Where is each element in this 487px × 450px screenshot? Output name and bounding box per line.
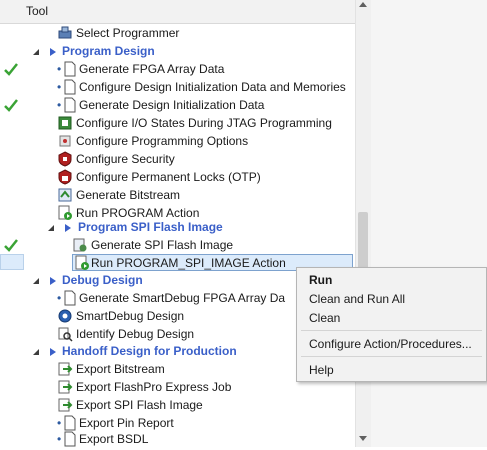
group-triangle-icon xyxy=(64,222,72,232)
group-triangle-icon xyxy=(49,346,57,356)
tree-item-export-bsdl[interactable]: • Export BSDL xyxy=(0,430,355,448)
export-icon xyxy=(57,397,73,413)
group-triangle-icon xyxy=(49,275,57,285)
tree-item-label: Select Programmer xyxy=(76,26,180,40)
menu-item-help[interactable]: Help xyxy=(309,363,334,377)
tree-item-configure-io-states[interactable]: Configure I/O States During JTAG Program… xyxy=(0,114,355,132)
scroll-down-arrow-icon[interactable] xyxy=(359,436,367,441)
bitstream-icon xyxy=(57,187,73,203)
tree-item-generate-bitstream[interactable]: Generate Bitstream xyxy=(0,186,355,204)
run-action-icon xyxy=(74,255,90,271)
tool-column-title: Tool xyxy=(26,4,49,18)
document-icon xyxy=(62,61,78,77)
document-icon xyxy=(62,290,78,306)
menu-item-run[interactable]: Run xyxy=(309,273,332,287)
spi-image-icon xyxy=(72,237,88,253)
tree-item-label: Generate FPGA Array Data xyxy=(79,62,225,76)
expand-arrow-icon[interactable] xyxy=(32,275,40,285)
tree-item-label: Export FlashPro Express Job xyxy=(76,380,232,394)
menu-item-clean[interactable]: Clean xyxy=(309,311,340,325)
tree-item-configure-programming-options[interactable]: Configure Programming Options xyxy=(0,132,355,150)
tree-group-label: Program SPI Flash Image xyxy=(78,220,223,234)
export-icon xyxy=(57,361,73,377)
tree-item-generate-spi-flash-image[interactable]: Generate SPI Flash Image xyxy=(0,236,355,254)
checkmark-icon xyxy=(4,61,18,77)
menu-separator xyxy=(301,330,482,331)
context-menu: Run Clean and Run All Clean Configure Ac… xyxy=(296,267,487,382)
tree-item-label: Generate SPI Flash Image xyxy=(91,238,234,252)
tree-item-label: SmartDebug Design xyxy=(76,309,185,323)
tree-group-program-design[interactable]: Program Design xyxy=(0,42,355,60)
checkmark-icon xyxy=(4,237,18,253)
tree-group-label: Program Design xyxy=(62,44,155,58)
tree-item-label: Export BSDL xyxy=(79,432,149,446)
options-icon xyxy=(57,133,73,149)
tree-item-label: Identify Debug Design xyxy=(76,327,195,341)
document-icon xyxy=(62,97,78,113)
identify-icon xyxy=(57,326,73,342)
document-icon xyxy=(62,431,78,447)
lock-icon xyxy=(57,169,73,185)
tree-group-label: Handoff Design for Production xyxy=(62,344,237,358)
tree-item-label: Generate Bitstream xyxy=(76,188,181,202)
tree-item-label: Configure Security xyxy=(76,152,175,166)
io-states-icon xyxy=(57,115,73,131)
tree-item-label: Generate Design Initialization Data xyxy=(79,98,265,112)
programmer-icon xyxy=(57,25,73,41)
group-triangle-icon xyxy=(49,46,57,56)
expand-arrow-icon[interactable] xyxy=(32,46,40,56)
tree-item-label: Export Pin Report xyxy=(79,416,174,430)
tree-item-label: Configure I/O States During JTAG Program… xyxy=(76,116,332,130)
tree-item-configure-security[interactable]: Configure Security xyxy=(0,150,355,168)
tree-item-generate-fpga-array-data[interactable]: • Generate FPGA Array Data xyxy=(0,60,355,78)
tree-item-select-programmer[interactable]: Select Programmer xyxy=(0,24,355,42)
tool-column-header[interactable]: Tool xyxy=(0,0,355,24)
expand-arrow-icon[interactable] xyxy=(47,222,55,232)
menu-item-clean-and-run-all[interactable]: Clean and Run All xyxy=(309,292,405,306)
tree-item-label: Configure Design Initialization Data and… xyxy=(79,80,346,94)
scroll-up-arrow-icon[interactable] xyxy=(359,2,367,7)
tree-item-label: Export Bitstream xyxy=(76,362,165,376)
tree-item-label: Configure Programming Options xyxy=(76,134,249,148)
menu-separator xyxy=(301,356,482,357)
document-icon xyxy=(62,79,78,95)
tree-item-label: Run PROGRAM_SPI_IMAGE Action xyxy=(91,256,286,270)
tree-item-label: Generate SmartDebug FPGA Array Da xyxy=(79,291,286,305)
document-icon xyxy=(62,415,78,431)
tree-item-configure-permanent-locks[interactable]: Configure Permanent Locks (OTP) xyxy=(0,168,355,186)
tree-item-label: Configure Permanent Locks (OTP) xyxy=(76,170,261,184)
expand-arrow-icon[interactable] xyxy=(32,346,40,356)
security-icon xyxy=(57,151,73,167)
export-icon xyxy=(57,379,73,395)
menu-item-configure-action[interactable]: Configure Action/Procedures... xyxy=(309,337,472,351)
smartdebug-icon xyxy=(57,308,73,324)
tree-group-label: Debug Design xyxy=(62,273,143,287)
tree-item-generate-design-init-data[interactable]: • Generate Design Initialization Data xyxy=(0,96,355,114)
checkmark-icon xyxy=(4,97,18,113)
tree-group-program-spi-flash-image[interactable]: Program SPI Flash Image xyxy=(0,218,355,236)
tree-item-export-spi-flash-image[interactable]: Export SPI Flash Image xyxy=(0,396,355,414)
tree-item-label: Export SPI Flash Image xyxy=(76,398,203,412)
tree-item-configure-design-init-data[interactable]: • Configure Design Initialization Data a… xyxy=(0,78,355,96)
